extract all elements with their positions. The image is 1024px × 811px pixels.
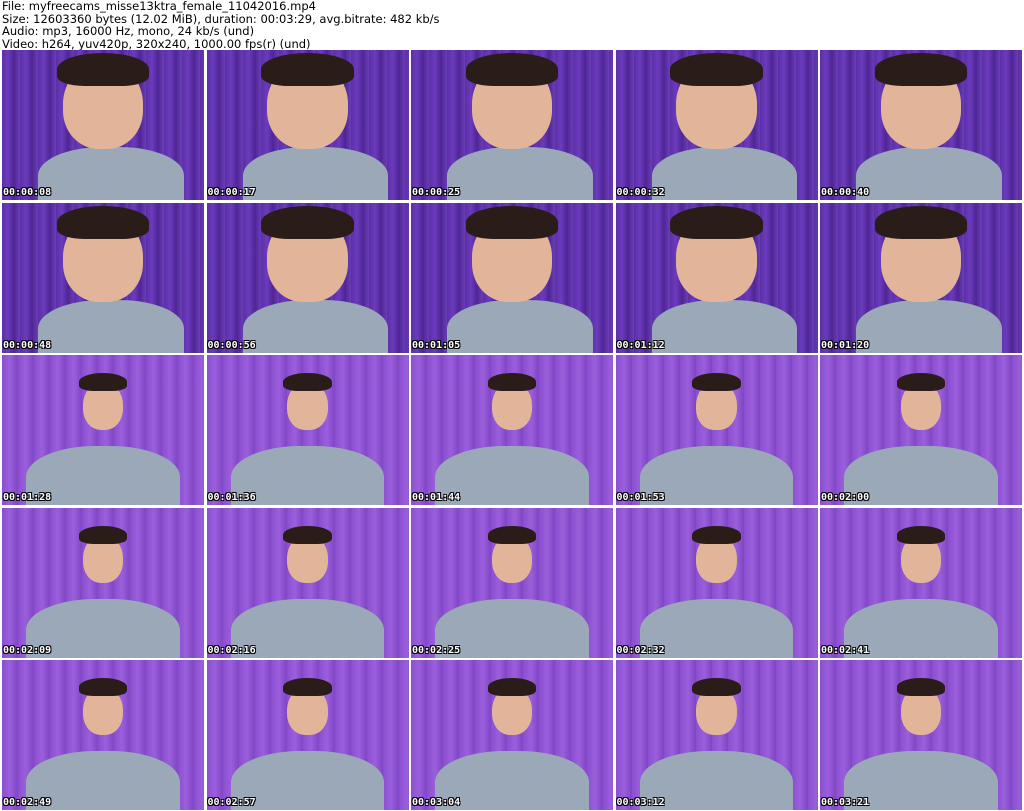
frame-timestamp: 00:01:20	[821, 339, 870, 351]
frame-timestamp: 00:02:00	[821, 492, 870, 503]
video-frame-thumbnail: 00:00:25	[411, 50, 613, 200]
video-frame-thumbnail: 00:00:40	[820, 50, 1022, 200]
video-frame-thumbnail: 00:00:48	[2, 202, 204, 353]
frame-timestamp: 00:03:12	[616, 797, 665, 808]
file-name-line: File: myfreecams_misse13ktra_female_1104…	[2, 0, 316, 13]
frame-timestamp: 00:02:16	[207, 644, 256, 656]
frame-timestamp: 00:02:57	[207, 797, 256, 808]
frame-timestamp: 00:03:21	[821, 797, 870, 808]
frame-timestamp: 00:02:09	[3, 644, 52, 656]
frame-timestamp: 00:01:44	[412, 492, 461, 503]
frame-timestamp: 00:02:25	[412, 644, 461, 656]
video-frame-thumbnail: 00:00:08	[2, 50, 204, 200]
video-frame-thumbnail: 00:02:00	[820, 355, 1022, 505]
frame-timestamp: 00:00:17	[207, 187, 256, 198]
video-frame-thumbnail: 00:02:41	[820, 507, 1022, 658]
video-frame-thumbnail: 00:02:09	[2, 507, 204, 658]
file-info-header: File: myfreecams_misse13ktra_female_1104…	[2, 0, 1022, 50]
thumbnail-grid: 00:00:08 00:00:17 00:00:25 00:00:32 00:0…	[2, 50, 1022, 810]
video-frame-thumbnail: 00:01:05	[411, 202, 613, 353]
frame-timestamp: 00:02:32	[616, 644, 665, 656]
video-info-line: Video: h264, yuv420p, 320x240, 1000.00 f…	[2, 36, 311, 51]
frame-timestamp: 00:00:08	[3, 187, 52, 198]
frame-timestamp: 00:01:12	[616, 339, 665, 351]
video-frame-thumbnail: 00:01:53	[615, 355, 818, 505]
video-frame-thumbnail: 00:02:16	[206, 507, 409, 658]
video-frame-thumbnail: 00:00:32	[615, 50, 818, 200]
frame-timestamp: 00:00:32	[616, 187, 665, 198]
video-frame-thumbnail: 00:00:17	[206, 50, 409, 200]
video-frame-thumbnail: 00:03:21	[820, 660, 1022, 810]
video-frame-thumbnail: 00:02:32	[615, 507, 818, 658]
video-frame-thumbnail: 00:01:36	[206, 355, 409, 505]
video-frame-thumbnail: 00:01:44	[411, 355, 613, 505]
video-frame-thumbnail: 00:03:04	[411, 660, 613, 810]
video-frame-thumbnail: 00:01:20	[820, 202, 1022, 353]
video-frame-thumbnail: 00:01:28	[2, 355, 204, 505]
frame-timestamp: 00:02:49	[3, 797, 52, 808]
video-frame-thumbnail: 00:02:57	[206, 660, 409, 810]
frame-timestamp: 00:01:28	[3, 492, 52, 503]
audio-info-line: Audio: mp3, 16000 Hz, mono, 24 kb/s (und…	[2, 24, 255, 38]
frame-timestamp: 00:03:04	[412, 797, 461, 808]
frame-timestamp: 00:00:48	[3, 339, 52, 351]
video-frame-thumbnail: 00:03:12	[615, 660, 818, 810]
frame-timestamp: 00:01:05	[412, 339, 461, 351]
frame-timestamp: 00:00:25	[412, 187, 461, 198]
video-frame-thumbnail: 00:01:12	[615, 202, 818, 353]
frame-timestamp: 00:00:56	[207, 339, 256, 351]
frame-timestamp: 00:01:36	[207, 492, 256, 503]
frame-timestamp: 00:01:53	[616, 492, 665, 503]
video-frame-thumbnail: 00:02:25	[411, 507, 613, 658]
frame-timestamp: 00:02:41	[821, 644, 870, 656]
video-frame-thumbnail: 00:00:56	[206, 202, 409, 353]
video-frame-thumbnail: 00:02:49	[2, 660, 204, 810]
frame-timestamp: 00:00:40	[821, 187, 870, 198]
